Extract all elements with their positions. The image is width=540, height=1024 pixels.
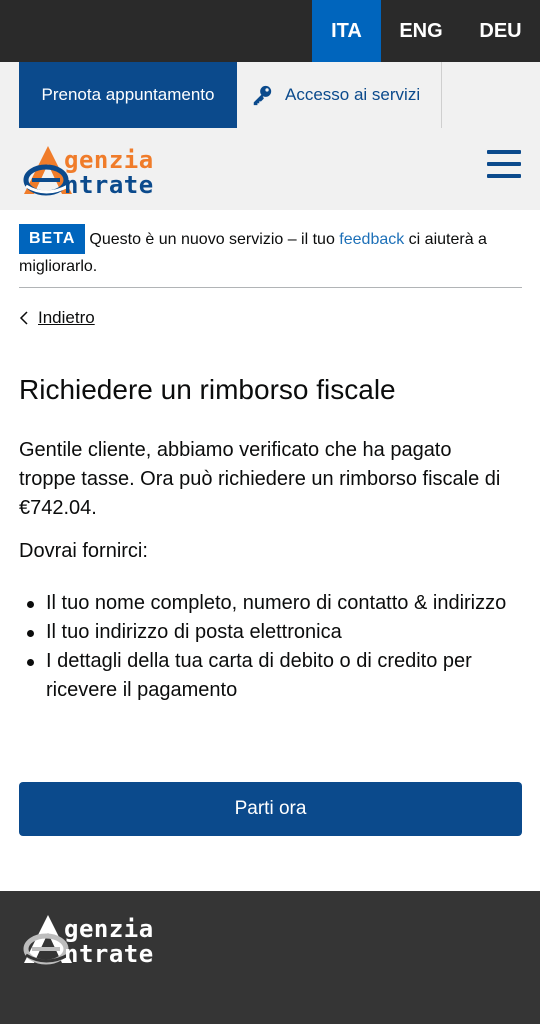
site-header: genzia ntrate bbox=[0, 128, 540, 210]
chevron-left-icon bbox=[19, 311, 28, 325]
lang-ita[interactable]: ITA bbox=[312, 0, 381, 62]
requirements-list: Il tuo nome completo, numero di contatto… bbox=[19, 589, 519, 705]
beta-banner: BETA Questo è un nuovo servizio – il tuo … bbox=[19, 224, 522, 288]
footer-logo-line-2: ntrate bbox=[64, 940, 154, 968]
back-label: Indietro bbox=[38, 308, 95, 327]
list-item: I dettagli della tua carta di debito o d… bbox=[19, 647, 519, 705]
intro-text: Gentile cliente, abbiamo verificato che … bbox=[19, 439, 501, 519]
footer: genzia ntrate bbox=[0, 891, 540, 1024]
key-icon bbox=[253, 85, 272, 106]
lang-deu[interactable]: DEU bbox=[461, 0, 540, 62]
requirements-heading: Dovrai fornirci: bbox=[19, 540, 148, 562]
page-title: Richiedere un rimborso fiscale bbox=[19, 374, 396, 405]
feedback-link[interactable]: feedback bbox=[339, 231, 404, 248]
beta-message: BETA Questo è un nuovo servizio – il tuo … bbox=[19, 224, 522, 280]
footer-logo-line-1: genzia bbox=[64, 915, 154, 943]
language-bar: ITA ENG DEU bbox=[0, 0, 540, 62]
back-link[interactable]: Indietro bbox=[19, 308, 95, 328]
beta-tag: BETA bbox=[19, 224, 86, 254]
agenzia-entrate-logo[interactable]: genzia ntrate bbox=[18, 144, 188, 198]
list-item: Il tuo indirizzo di posta elettronica bbox=[19, 618, 519, 647]
start-button[interactable]: Parti ora bbox=[19, 782, 522, 836]
top-nav: Prenota appuntamento Accesso ai servizi bbox=[0, 62, 540, 128]
book-appointment-link[interactable]: Prenota appuntamento bbox=[19, 62, 237, 128]
access-services-label: Accesso ai servizi bbox=[285, 85, 421, 104]
beta-text-before: Questo è un nuovo servizio – il tuo bbox=[89, 231, 340, 248]
access-services-link[interactable]: Accesso ai servizi bbox=[237, 62, 442, 128]
footer-logo[interactable]: genzia ntrate bbox=[18, 913, 188, 969]
logo-line-2: ntrate bbox=[64, 171, 154, 199]
menu-icon[interactable] bbox=[487, 150, 521, 182]
lang-eng[interactable]: ENG bbox=[381, 0, 461, 62]
logo-line-1: genzia bbox=[64, 146, 154, 174]
list-item: Il tuo nome completo, numero di contatto… bbox=[19, 589, 519, 618]
